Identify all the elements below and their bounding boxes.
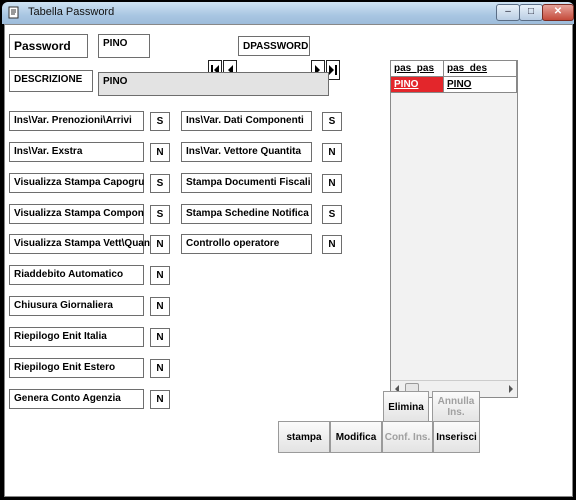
table-name: DPASSWORD bbox=[243, 41, 309, 52]
option-label: Visualizza Stampa Vett\Quan bbox=[14, 238, 150, 249]
option-label-box: Ins\Var. Exstra bbox=[9, 142, 144, 162]
option-label-box: Visualizza Stampa Capogru bbox=[9, 173, 144, 193]
option-value-field[interactable]: N bbox=[150, 266, 170, 285]
option-label-box: Genera Conto Agenzia bbox=[9, 389, 144, 409]
option-value-field[interactable]: N bbox=[150, 143, 170, 162]
grid-header-pas-des[interactable]: pas_des bbox=[444, 61, 517, 77]
option-value-field[interactable]: S bbox=[322, 205, 342, 224]
last-record-icon bbox=[329, 65, 337, 75]
option-value-field[interactable]: N bbox=[150, 390, 170, 409]
password-grid[interactable]: pas_pas pas_des PINO PINO bbox=[390, 60, 518, 398]
descrizione-label-box: DESCRIZIONE bbox=[9, 70, 93, 92]
option-label-box: Visualizza Stampa Compon bbox=[9, 204, 144, 224]
option-label-box: Ins\Var. Prenozioni\Arrivi bbox=[9, 111, 144, 131]
inserisci-button[interactable]: Inserisci bbox=[433, 421, 480, 453]
option-label-box: Ins\Var. Vettore Quantita bbox=[181, 142, 312, 162]
descrizione-field[interactable]: PINO bbox=[98, 72, 329, 96]
option-value-field[interactable]: N bbox=[150, 235, 170, 254]
grid-cell[interactable]: PINO bbox=[444, 77, 517, 93]
password-field[interactable]: PINO bbox=[98, 34, 150, 58]
option-value-field[interactable]: S bbox=[150, 205, 170, 224]
title-bar[interactable]: Tabella Password – □ ✕ bbox=[2, 2, 574, 24]
option-label: Controllo operatore bbox=[186, 238, 280, 249]
option-value-field[interactable]: S bbox=[150, 174, 170, 193]
descrizione-label: DESCRIZIONE bbox=[14, 74, 83, 85]
option-label-box: Riaddebito Automatico bbox=[9, 265, 144, 285]
option-label: Stampa Documenti Fiscali bbox=[186, 177, 311, 188]
option-label: Visualizza Stampa Capogru bbox=[14, 177, 145, 188]
option-label: Riepilogo Enit Estero bbox=[14, 362, 116, 373]
descrizione-value: PINO bbox=[103, 76, 128, 87]
application-window: Tabella Password – □ ✕ Password PINO DPA… bbox=[0, 0, 576, 500]
option-value-field[interactable]: S bbox=[150, 112, 170, 131]
option-label-box: Stampa Schedine Notifica bbox=[181, 204, 312, 224]
option-label-box: Chiusura Giornaliera bbox=[9, 296, 144, 316]
option-value-field[interactable]: N bbox=[150, 328, 170, 347]
option-label: Ins\Var. Prenozioni\Arrivi bbox=[14, 115, 132, 126]
option-label-box: Stampa Documenti Fiscali bbox=[181, 173, 312, 193]
option-label: Chiusura Giornaliera bbox=[14, 300, 113, 311]
option-value-field[interactable]: N bbox=[322, 174, 342, 193]
password-label-box: Password bbox=[9, 34, 88, 58]
annulla-ins-button[interactable]: Annulla Ins. bbox=[432, 391, 480, 423]
option-label: Ins\Var. Exstra bbox=[14, 146, 83, 157]
option-label-box: Ins\Var. Dati Componenti bbox=[181, 111, 312, 131]
option-label-box: Visualizza Stampa Vett\Quan bbox=[9, 234, 150, 254]
close-button[interactable]: ✕ bbox=[542, 4, 574, 21]
table-name-field: DPASSWORD bbox=[238, 36, 310, 56]
option-label: Ins\Var. Dati Componenti bbox=[186, 115, 304, 126]
password-label: Password bbox=[14, 39, 71, 53]
option-label-box: Riepilogo Enit Italia bbox=[9, 327, 144, 347]
option-label: Genera Conto Agenzia bbox=[14, 393, 121, 404]
app-icon bbox=[8, 6, 19, 19]
option-value-field[interactable]: N bbox=[150, 297, 170, 316]
option-label-box: Riepilogo Enit Estero bbox=[9, 358, 144, 378]
option-value-field[interactable]: N bbox=[322, 143, 342, 162]
window-title: Tabella Password bbox=[28, 6, 115, 18]
option-value-field[interactable]: S bbox=[322, 112, 342, 131]
scroll-right-icon[interactable] bbox=[508, 385, 514, 393]
option-label: Riepilogo Enit Italia bbox=[14, 331, 107, 342]
form-body: Password PINO DPASSWORD DESCRIZIONE PINO bbox=[4, 24, 573, 497]
option-label: Stampa Schedine Notifica bbox=[186, 208, 309, 219]
option-value-field[interactable]: N bbox=[150, 359, 170, 378]
stampa-button[interactable]: stampa bbox=[278, 421, 330, 453]
password-value: PINO bbox=[103, 38, 128, 49]
grid-header-pas-pas[interactable]: pas_pas bbox=[391, 61, 444, 77]
elimina-button[interactable]: Elimina bbox=[383, 391, 429, 423]
option-value-field[interactable]: N bbox=[322, 235, 342, 254]
grid-cell[interactable]: PINO bbox=[391, 77, 444, 93]
modifica-button[interactable]: Modifica bbox=[330, 421, 382, 453]
maximize-button[interactable]: □ bbox=[519, 4, 543, 21]
conf-ins-button[interactable]: Conf. Ins. bbox=[382, 421, 433, 453]
option-label: Ins\Var. Vettore Quantita bbox=[186, 146, 302, 157]
option-label-box: Controllo operatore bbox=[181, 234, 312, 254]
option-label: Riaddebito Automatico bbox=[14, 269, 124, 280]
option-label: Visualizza Stampa Compon bbox=[14, 208, 144, 219]
minimize-button[interactable]: – bbox=[496, 4, 520, 21]
